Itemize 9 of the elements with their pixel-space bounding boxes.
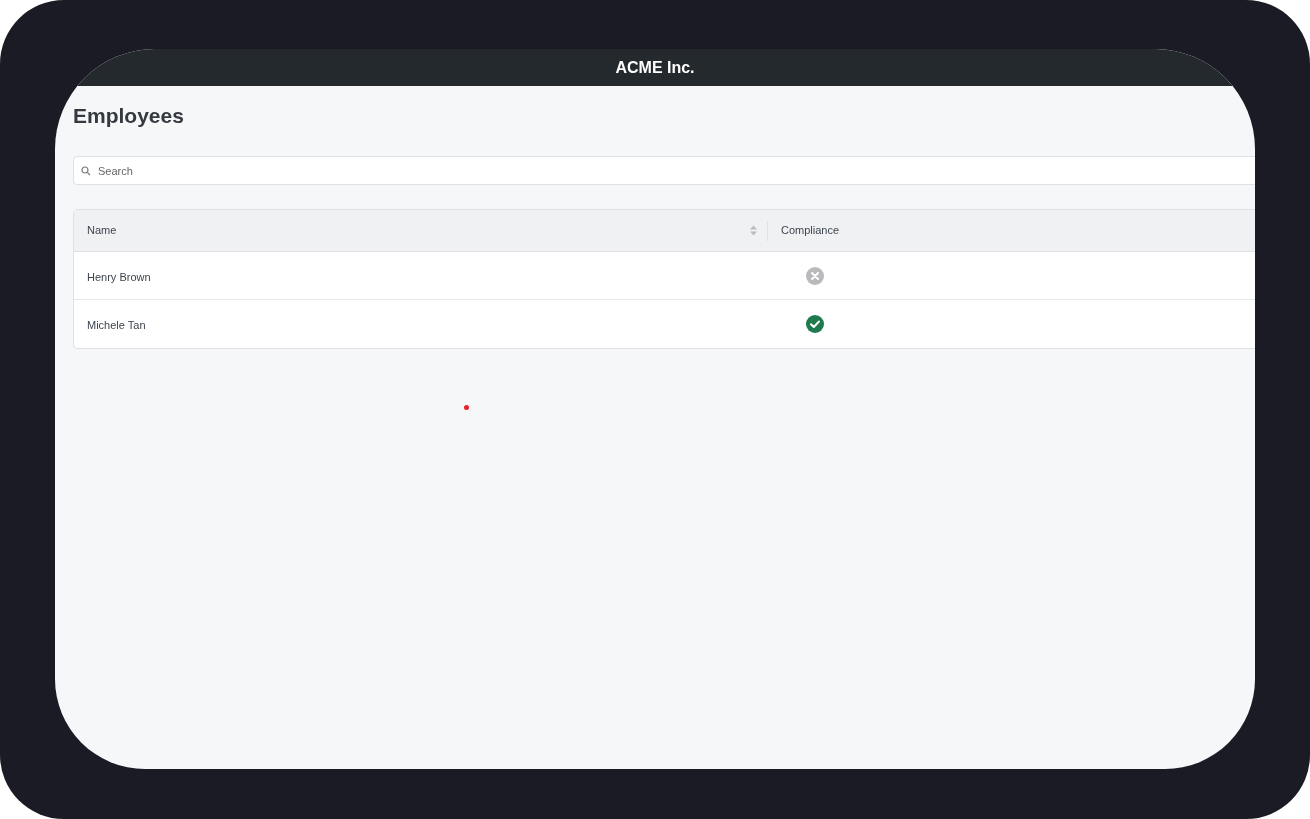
page-title: Employees — [73, 103, 185, 129]
column-header[interactable]: Name — [74, 210, 767, 251]
table-cell: Michele Tan — [87, 319, 146, 331]
search-icon — [81, 166, 91, 176]
sort-icon[interactable] — [750, 225, 757, 236]
column-header: Compliance — [780, 223, 841, 239]
app-title: ACME Inc. — [615, 57, 695, 78]
search-field[interactable]: Search — [73, 156, 1255, 185]
table-cell: Henry Brown — [87, 270, 151, 283]
